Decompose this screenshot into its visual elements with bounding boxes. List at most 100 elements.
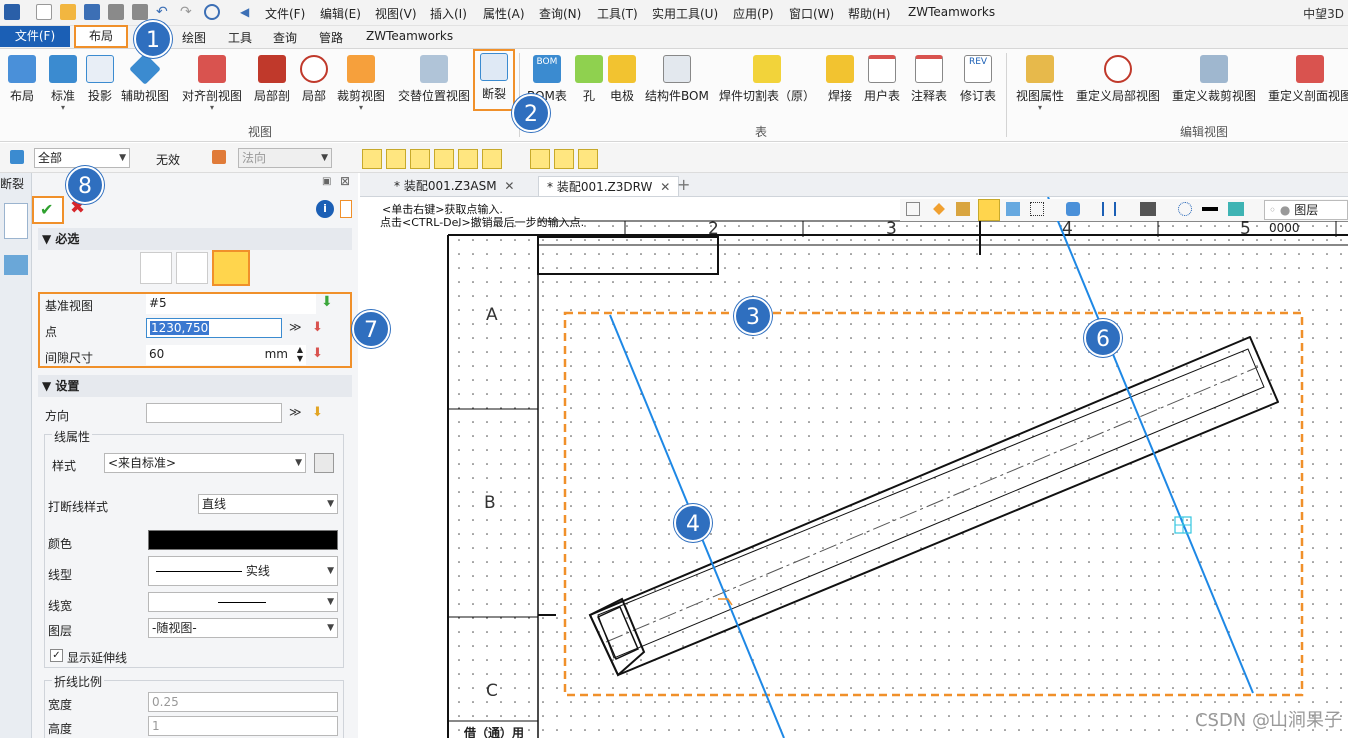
break-style-select[interactable]: 直线 ▼ xyxy=(198,494,338,514)
menu-window[interactable]: 窗口(W) xyxy=(789,5,834,22)
snap-diagonal-icon[interactable] xyxy=(578,149,598,169)
height-input[interactable]: 1 xyxy=(148,716,338,736)
linewidth-select[interactable]: ▼ xyxy=(148,592,338,612)
snap-arc-icon[interactable] xyxy=(554,149,574,169)
brush-icon[interactable] xyxy=(956,202,970,216)
save-style-icon[interactable] xyxy=(314,453,334,473)
settings-section-header[interactable]: ▼ 设置 xyxy=(38,375,352,397)
print-setup-icon[interactable] xyxy=(132,4,148,20)
hole-table-button[interactable]: 孔 xyxy=(575,53,603,104)
regen-icon[interactable] xyxy=(204,4,220,20)
direction-input[interactable] xyxy=(146,403,282,423)
open-folder-icon[interactable] xyxy=(60,4,76,20)
grid-display-icon[interactable] xyxy=(1030,202,1044,216)
note-table-button[interactable]: 注释表 xyxy=(911,53,947,104)
close-icon[interactable]: ✕ xyxy=(504,179,514,193)
alternate-position-view-button[interactable]: 交替位置视图 xyxy=(398,53,470,104)
layer-select[interactable]: ◦ ● 图层0000 xyxy=(1264,200,1348,235)
expand-icon[interactable]: ≫ xyxy=(289,405,302,419)
base-view-input[interactable]: #5 xyxy=(146,294,316,314)
menu-tools[interactable]: 工具(T) xyxy=(597,5,638,22)
download-arrow-icon[interactable]: ⬇ xyxy=(321,294,333,310)
crop-view-button[interactable]: 裁剪视图 ▾ xyxy=(337,53,385,112)
view-manager-icon[interactable] xyxy=(4,255,28,275)
snap-curve-icon[interactable] xyxy=(530,149,550,169)
expand-icon[interactable]: ≫ xyxy=(289,320,302,334)
electrode-table-button[interactable]: 电极 xyxy=(608,53,636,104)
wand-icon[interactable] xyxy=(1006,202,1020,216)
break-view-panel-icon[interactable] xyxy=(4,203,28,239)
filter-select[interactable]: 全部 ▼ xyxy=(34,148,130,168)
menu-attribute[interactable]: 属性(A) xyxy=(483,5,525,22)
snap-center-icon[interactable] xyxy=(458,149,478,169)
drawing-canvas[interactable]: <单击右键>获取点输入. 点击<CTRL-Del>撤销最后一步的输入点. 2 3… xyxy=(360,197,1348,738)
projection-view-button[interactable]: 投影 xyxy=(86,53,114,104)
break-mode-inclined-button[interactable] xyxy=(212,250,250,286)
menu-query[interactable]: 查询(N) xyxy=(539,5,581,22)
snap-points-icon[interactable] xyxy=(386,149,406,169)
break-mode-vertical-button[interactable] xyxy=(140,252,172,284)
snap-circle-icon[interactable] xyxy=(482,149,502,169)
snap-line-icon[interactable] xyxy=(410,149,430,169)
close-icon[interactable]: ✕ xyxy=(660,180,670,194)
snap-tangent-icon[interactable] xyxy=(434,149,454,169)
standard-view-button[interactable]: 标准 ▾ xyxy=(49,53,77,112)
layout-button[interactable]: 布局 xyxy=(8,53,36,104)
break-mode-horizontal-button[interactable] xyxy=(176,252,208,284)
pen-icon[interactable] xyxy=(933,203,945,215)
tab-layout[interactable]: 布局 xyxy=(74,25,128,48)
structure-bom-button[interactable]: 结构件BOM xyxy=(645,53,709,104)
tab-query[interactable]: 查询 xyxy=(273,29,297,46)
menu-zwteamworks[interactable]: ZWTeamworks xyxy=(908,5,995,19)
detail-view-button[interactable]: 局部 xyxy=(300,53,328,104)
point-input[interactable]: 1230,750 xyxy=(146,318,282,338)
pick-filter-icon[interactable] xyxy=(212,150,226,164)
menu-utilities[interactable]: 实用工具(U) xyxy=(652,5,718,22)
menu-help[interactable]: 帮助(H) xyxy=(848,5,890,22)
tab-drawing[interactable]: 绘图 xyxy=(182,29,206,46)
redefine-crop-button[interactable]: 重定义裁剪视图 xyxy=(1172,53,1256,104)
snap-play-icon[interactable] xyxy=(362,149,382,169)
layer-select[interactable]: -随视图- ▼ xyxy=(148,618,338,638)
add-tab-icon[interactable]: + xyxy=(677,175,690,194)
line-weight-icon[interactable] xyxy=(1202,207,1218,211)
redefine-section-button[interactable]: 重定义剖面视图 xyxy=(1268,53,1348,104)
required-section-header[interactable]: ▼ 必选 xyxy=(38,228,352,250)
dimension-icon[interactable] xyxy=(1102,202,1116,216)
info-icon[interactable]: i xyxy=(316,200,334,218)
monitor-icon[interactable] xyxy=(1140,202,1156,216)
menu-apps[interactable]: 应用(P) xyxy=(733,5,774,22)
auxiliary-view-button[interactable]: 辅助视图 xyxy=(121,53,169,104)
undo-icon[interactable]: ↶ xyxy=(156,4,172,20)
menu-view[interactable]: 视图(V) xyxy=(375,5,417,22)
tab-zwteamworks[interactable]: ZWTeamworks xyxy=(366,29,453,43)
render-mode-icon[interactable] xyxy=(978,199,1000,221)
ok-button[interactable]: ✔ xyxy=(32,196,64,224)
pick-gap-icon[interactable]: ⬇ xyxy=(312,346,323,361)
layer-cube-icon[interactable] xyxy=(1228,202,1244,216)
menu-file[interactable]: 文件(F) xyxy=(265,5,305,22)
style-select[interactable]: <来自标准> ▼ xyxy=(104,453,306,473)
spinner-icon[interactable]: ▲ ▼ xyxy=(297,345,303,363)
exit-icon[interactable] xyxy=(906,202,920,216)
shading-icon[interactable] xyxy=(1066,202,1080,216)
menu-insert[interactable]: 插入(I) xyxy=(430,5,467,22)
linetype-select[interactable]: 实线 ▼ xyxy=(148,556,338,586)
file-tab[interactable]: 文件(F) xyxy=(0,26,70,47)
pick-direction-icon[interactable]: ⬇ xyxy=(312,405,323,420)
tab-tools[interactable]: 工具 xyxy=(228,29,252,46)
back-arrow-icon[interactable]: ◀ xyxy=(240,4,256,20)
redo-icon[interactable]: ↷ xyxy=(180,4,196,20)
doc-tab-drw[interactable]: * 装配001.Z3DRW ✕ xyxy=(538,176,680,196)
drawing-sheet[interactable] xyxy=(360,197,1348,738)
user-table-button[interactable]: 用户表 xyxy=(864,53,900,104)
doc-tab-asm[interactable]: * 装配001.Z3ASM ✕ xyxy=(386,176,522,196)
new-file-icon[interactable] xyxy=(36,4,52,20)
pin-icon[interactable]: ▣ xyxy=(322,176,331,187)
gap-input[interactable]: 60 mm ▲ ▼ xyxy=(146,345,306,365)
save-icon[interactable] xyxy=(84,4,100,20)
tab-piping[interactable]: 管路 xyxy=(319,29,343,46)
menu-edit[interactable]: 编辑(E) xyxy=(320,5,361,22)
filter-icon[interactable] xyxy=(10,150,24,164)
color-swatch[interactable] xyxy=(148,530,338,550)
